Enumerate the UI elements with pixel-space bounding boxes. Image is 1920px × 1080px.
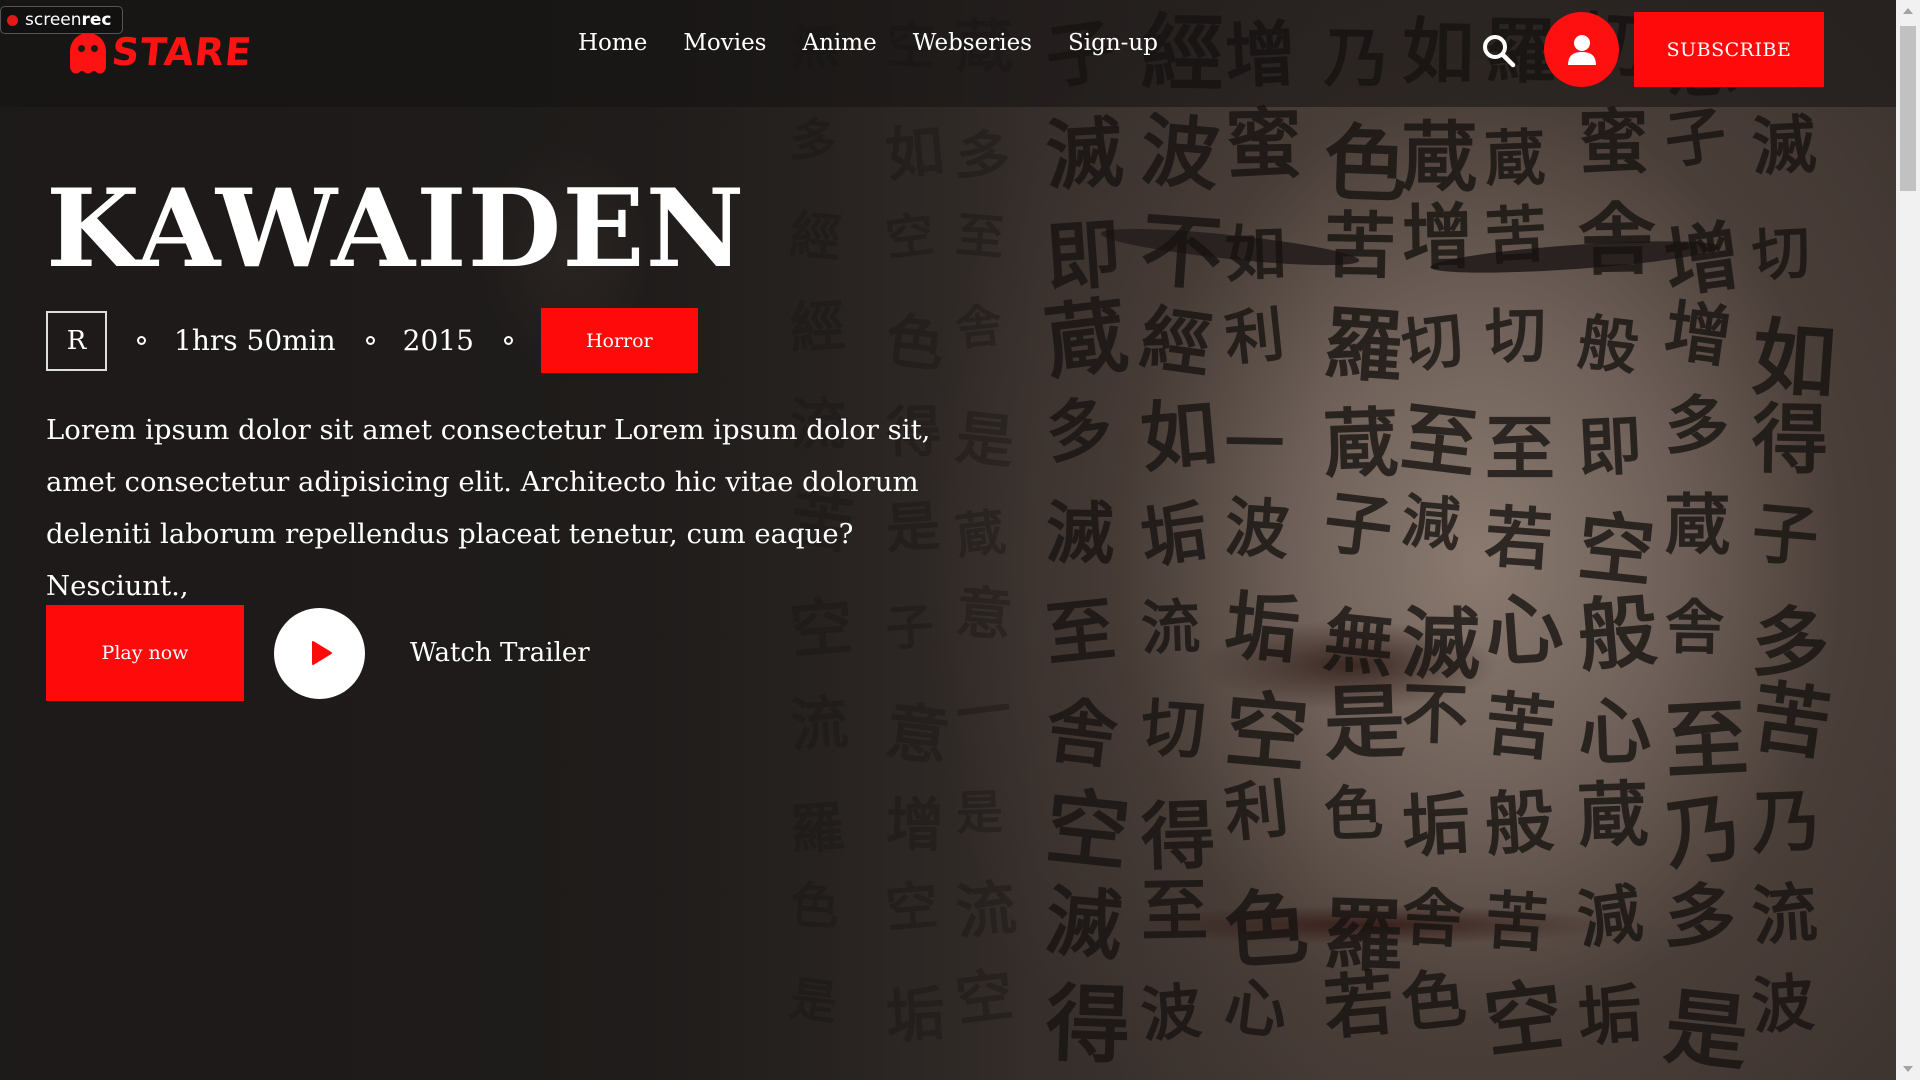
hero-actions: Play now Watch Trailer — [46, 605, 590, 701]
scroll-down-icon[interactable] — [1903, 1066, 1913, 1072]
separator-dot — [137, 336, 146, 345]
ghost-logo-icon — [70, 33, 106, 76]
watch-trailer-button[interactable] — [274, 607, 365, 699]
movie-meta: R 1hrs 50min 2015 Horror — [46, 308, 698, 373]
subscribe-button[interactable]: SUBSCRIBE — [1634, 12, 1824, 87]
screen-recorder-badge: screen rec — [0, 6, 123, 34]
main-nav: Home Movies Anime Webseries Sign-up — [578, 30, 1158, 56]
site-header: STARE Home Movies Anime Webseries Sign-u… — [0, 0, 1896, 107]
nav-item-webseries[interactable]: Webseries — [913, 30, 1032, 56]
user-icon — [1567, 34, 1596, 65]
brand-logo[interactable]: STARE — [70, 30, 255, 76]
separator-dot — [365, 336, 375, 345]
movie-year: 2015 — [402, 324, 474, 357]
scroll-up-icon[interactable] — [1903, 8, 1913, 14]
play-icon — [311, 641, 332, 665]
scrollbar-thumb[interactable] — [1900, 26, 1916, 191]
recorder-label-light: screen — [25, 10, 82, 30]
movie-duration: 1hrs 50min — [174, 324, 336, 357]
genre-button[interactable]: Horror — [540, 308, 698, 373]
separator-dot — [503, 336, 513, 345]
recorder-label-bold: rec — [81, 10, 112, 30]
movie-description: Lorem ipsum dolor sit amet consectetur L… — [46, 414, 931, 602]
rating-badge: R — [46, 310, 107, 371]
play-now-button[interactable]: Play now — [46, 605, 244, 701]
nav-item-movies[interactable]: Movies — [683, 30, 766, 56]
nav-item-home[interactable]: Home — [578, 30, 647, 56]
account-button[interactable] — [1544, 12, 1619, 87]
brand-wordmark: STARE — [109, 30, 255, 74]
search-button[interactable] — [1480, 32, 1518, 70]
page-scrollbar[interactable] — [1896, 0, 1920, 1080]
search-icon — [1483, 35, 1516, 68]
record-dot-icon — [7, 14, 18, 26]
movie-title: KAWAIDEN — [46, 166, 746, 292]
watch-trailer-link[interactable]: Watch Trailer — [410, 638, 590, 668]
nav-item-signup[interactable]: Sign-up — [1068, 30, 1158, 56]
nav-item-anime[interactable]: Anime — [803, 30, 877, 56]
